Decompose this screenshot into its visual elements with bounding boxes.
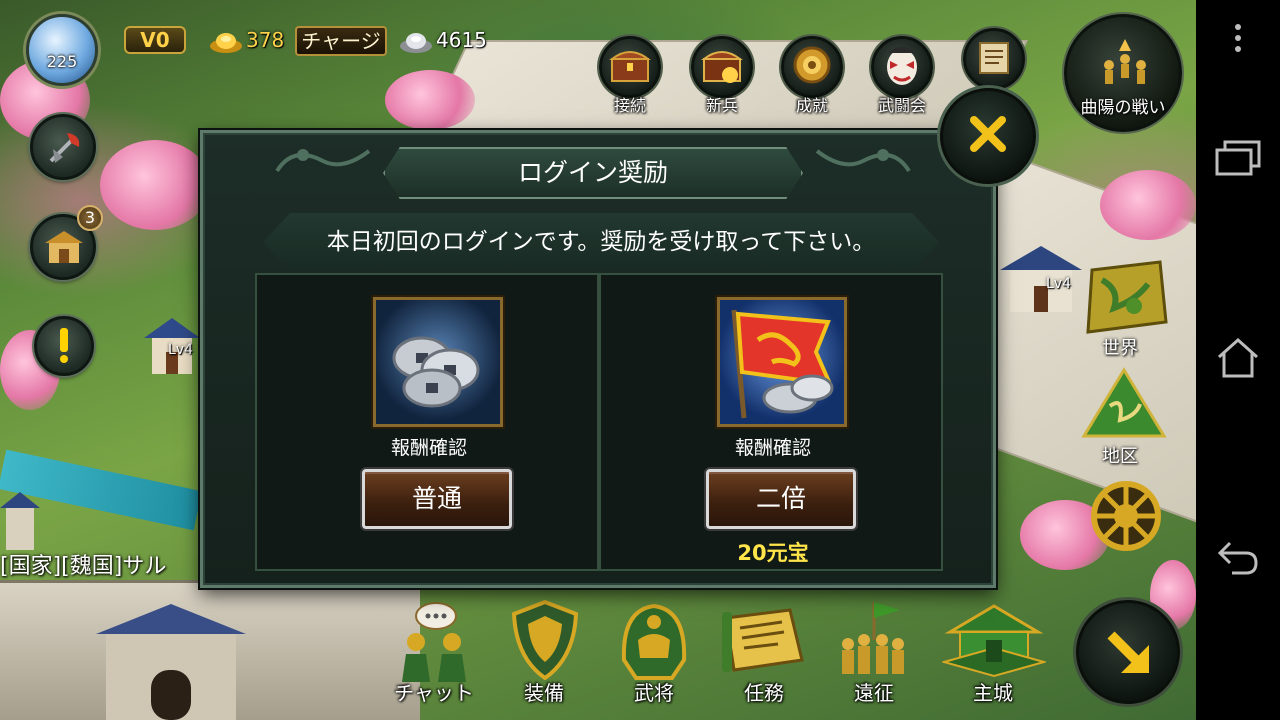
house-building-right[interactable] (996, 240, 1086, 320)
silver-ingot-icon (398, 30, 434, 58)
alert-button[interactable] (34, 316, 94, 376)
top-menu-label: 成就 (795, 96, 828, 115)
shield-icon (510, 599, 580, 684)
reward-caption: 報酬確認 (390, 437, 467, 459)
quest-button[interactable]: 任務 (716, 600, 812, 710)
gear-wheel-icon (1088, 481, 1164, 558)
more-vertical-icon (1233, 23, 1243, 57)
main-castle-button[interactable]: 主城 (938, 600, 1048, 710)
ornament-left-icon (273, 141, 373, 181)
treasure-chest-icon (608, 45, 652, 89)
world-map-label: 世界 (1102, 338, 1138, 359)
quest-scroll-icon (720, 604, 808, 680)
helmet-icon (616, 600, 692, 684)
top-menu-label: 新兵 (705, 96, 738, 115)
army-icon (1097, 39, 1153, 93)
close-x-icon (966, 112, 1010, 160)
battle-axe-button[interactable] (30, 114, 96, 180)
mountain-icon (1080, 366, 1168, 444)
claim-normal-button[interactable]: 普通 (362, 469, 512, 529)
region-button[interactable]: 地区 (1074, 366, 1174, 467)
building-level-label: Lv4 (168, 342, 193, 358)
gold-amount: 378 (246, 28, 285, 52)
battle-quyang-button[interactable]: 曲陽の戦い (1064, 14, 1182, 132)
building-upgrade-button[interactable]: 3 (30, 205, 103, 280)
reward-caption: 報酬確認 (734, 437, 811, 459)
vip-badge[interactable]: V0 (124, 26, 186, 54)
battle-axe-icon (45, 129, 83, 171)
ornament-right-icon (813, 141, 913, 181)
dialog-title: ログイン奨励 (517, 158, 668, 187)
bottom-menu-label: 任務 (744, 681, 784, 705)
bottom-menu-label: 遠征 (854, 681, 894, 705)
dragon-banner-icon (717, 297, 847, 427)
mask-icon (882, 43, 922, 91)
generals-button[interactable]: 武将 (606, 600, 702, 710)
achievement-button[interactable]: 成就 (776, 36, 848, 116)
close-dialog-button[interactable] (940, 88, 1036, 184)
world-map-icon (1084, 260, 1168, 340)
chat-icon (394, 600, 474, 688)
bottom-menu-label: 武将 (634, 681, 674, 705)
top-menu-label: 接続 (613, 96, 646, 115)
recruit-button[interactable]: 新兵 (686, 36, 758, 116)
alert-icon (37, 319, 91, 373)
arrow-down-right-icon (1103, 627, 1155, 683)
cherry-blossom-tree (385, 70, 475, 130)
gate-tower (96, 600, 246, 720)
overflow-menu-button[interactable] (1196, 10, 1280, 70)
android-navigation-bar (1196, 0, 1280, 720)
back-button[interactable] (1196, 530, 1280, 590)
login-bonus-button[interactable]: 接続 (594, 36, 666, 116)
battle-label: 曲陽の戦い (1080, 98, 1166, 118)
double-cost-label: 20元宝 (737, 541, 809, 565)
claim-double-button[interactable]: 二倍 (706, 469, 856, 529)
player-avatar[interactable]: 225 (26, 14, 98, 86)
cherry-blossom-tree (100, 140, 210, 230)
recruit-chest-icon (700, 45, 744, 89)
expedition-icon (834, 600, 914, 684)
tournament-button[interactable]: 武闘会 (866, 36, 938, 116)
world-map-button[interactable]: 世界 (1080, 260, 1172, 360)
reward-panel-double: 報酬確認 二倍 20元宝 (599, 273, 943, 571)
home-icon (1215, 337, 1261, 383)
login-reward-dialog: ログイン奨励 本日初回のログインです。奨励を受け取って下さい。 報酬確認 普通 (200, 130, 996, 588)
cherry-blossom-tree (1100, 170, 1196, 240)
recent-apps-button[interactable] (1196, 130, 1280, 190)
bottom-menu-label: チャット (394, 681, 474, 705)
scroll-menu-button[interactable] (958, 28, 1030, 90)
toggle-menu-button[interactable] (1076, 600, 1180, 704)
top-menu-label: 武闘会 (877, 96, 926, 115)
medal-icon (791, 44, 833, 90)
reward-panel-normal: 報酬確認 普通 (255, 273, 599, 571)
dialog-message: 本日初回のログインです。奨励を受け取って下さい。 (326, 229, 876, 255)
building-icon (43, 229, 85, 271)
expedition-button[interactable]: 遠征 (826, 600, 922, 710)
chat-button[interactable]: チャット (386, 600, 482, 710)
watch-tower (0, 490, 40, 550)
equipment-button[interactable]: 装備 (496, 599, 592, 710)
silver-amount: 4615 (436, 28, 487, 52)
building-level-label: Lv4 (1046, 276, 1071, 292)
silver-coins-icon (373, 297, 503, 427)
chat-ticker[interactable]: [国家][魏国]サル (0, 548, 166, 580)
recent-apps-icon (1215, 140, 1261, 180)
home-button[interactable] (1196, 330, 1280, 390)
charge-button[interactable]: チャージ (295, 26, 387, 56)
gold-ingot-icon (208, 30, 244, 58)
player-level: 225 (46, 52, 78, 71)
castle-icon (940, 602, 1048, 682)
notification-count-badge: 3 (77, 205, 103, 231)
gear-wheel-button[interactable] (1088, 478, 1164, 554)
scroll-icon (974, 37, 1014, 81)
back-arrow-icon (1216, 539, 1260, 581)
bottom-menu-label: 主城 (973, 681, 1013, 705)
region-label: 地区 (1102, 446, 1138, 467)
bottom-menu-label: 装備 (524, 681, 564, 705)
